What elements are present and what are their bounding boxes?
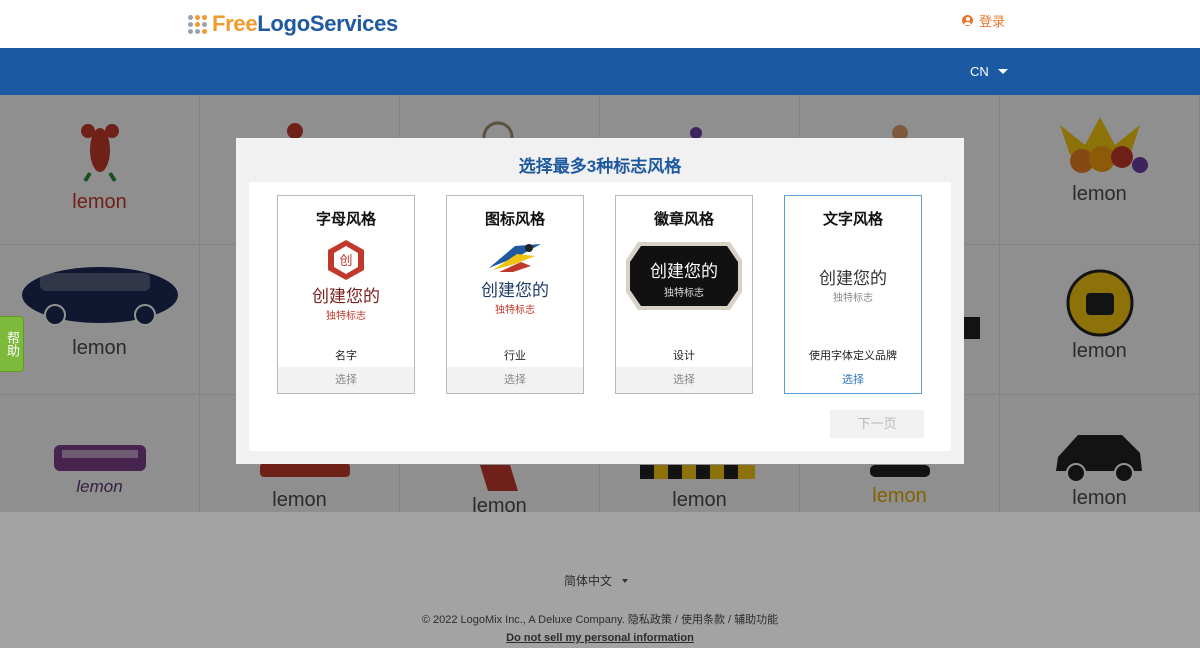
footer-language-label: 简体中文 <box>564 574 613 588</box>
preview-sub-text: 独特标志 <box>833 293 873 304</box>
preview-sub-text: 独特标志 <box>664 288 704 299</box>
login-label: 登录 <box>979 14 1006 29</box>
logo-text-rest: LogoServices <box>257 11 398 36</box>
style-card-lettermark[interactable]: 字母风格 创 创建您的 独特标志 名字 选择 <box>277 195 415 394</box>
user-icon <box>962 15 973 26</box>
svg-text:创: 创 <box>339 254 352 269</box>
card-select-button[interactable]: 选择 <box>616 367 752 393</box>
preview-main-text: 创建您的 <box>819 269 887 288</box>
card-preview: 创 创建您的 独特标志 <box>278 236 414 336</box>
card-select-button[interactable]: 选择 <box>278 367 414 393</box>
card-title: 图标风格 <box>484 211 545 228</box>
modal-body: 字母风格 创 创建您的 独特标志 名字 选择 图标风格 创建您的 独特标志 行业… <box>249 182 951 451</box>
hexagon-badge-icon: 创 <box>328 240 364 280</box>
card-select-button[interactable]: 选择 <box>785 367 921 393</box>
style-card-wordmark[interactable]: 文字风格 创建您的 独特标志 使用字体定义品牌 选择 <box>784 195 922 394</box>
card-select-button[interactable]: 选择 <box>447 367 583 393</box>
card-description: 使用字体定义品牌 <box>809 350 897 362</box>
site-header: Free LogoServices 登录 <box>0 0 1200 48</box>
style-card-emblem[interactable]: 徽章风格 创建您的 独特标志 设计 选择 <box>615 195 753 394</box>
modal-title: 选择最多3种标志风格 <box>518 157 682 176</box>
logo-text-free: Free <box>212 11 258 36</box>
site-footer: 简体中文 © 2022 LogoMix Inc., A Deluxe Compa… <box>0 512 1200 648</box>
card-description: 设计 <box>673 350 695 362</box>
emblem-badge: 创建您的 独特标志 <box>624 240 744 312</box>
do-not-sell-link[interactable]: Do not sell my personal information <box>0 632 1200 644</box>
preview-sub-text: 独特标志 <box>326 311 366 322</box>
card-preview: 创建您的 独特标志 <box>785 236 921 336</box>
preview-main-text: 创建您的 <box>481 281 549 300</box>
style-card-icon[interactable]: 图标风格 创建您的 独特标志 行业 选择 <box>446 195 584 394</box>
style-selection-modal: 选择最多3种标志风格 字母风格 创 创建您的 独特标志 名字 选择 图标风格 创… <box>236 138 964 464</box>
logo-dots-icon <box>188 14 207 34</box>
copyright-text: © 2022 LogoMix Inc., A Deluxe Company. 隐… <box>421 614 779 626</box>
preview-main-text: 创建您的 <box>650 262 718 281</box>
card-description: 名字 <box>335 350 357 362</box>
nav-bar: CN <box>0 48 1200 95</box>
site-logo[interactable]: Free LogoServices <box>188 11 398 37</box>
login-link[interactable]: 登录 <box>962 11 1005 30</box>
footer-language-dropdown[interactable]: 简体中文 <box>564 572 629 589</box>
card-title: 字母风格 <box>315 211 376 228</box>
caret-down-icon <box>622 578 629 583</box>
language-dropdown[interactable]: CN <box>970 64 1008 79</box>
preview-main-text: 创建您的 <box>312 287 380 306</box>
card-title: 文字风格 <box>822 211 883 228</box>
runner-icon <box>489 244 541 272</box>
caret-down-icon <box>997 69 1008 74</box>
card-description: 行业 <box>504 350 526 362</box>
card-title: 徽章风格 <box>653 211 714 228</box>
help-tab[interactable]: 帮助 <box>0 316 24 372</box>
card-preview: 创建您的 独特标志 <box>616 236 752 336</box>
language-label: CN <box>970 64 989 79</box>
preview-sub-text: 独特标志 <box>495 305 535 316</box>
card-preview: 创建您的 独特标志 <box>447 236 583 336</box>
next-page-button[interactable]: 下一页 <box>830 410 924 438</box>
